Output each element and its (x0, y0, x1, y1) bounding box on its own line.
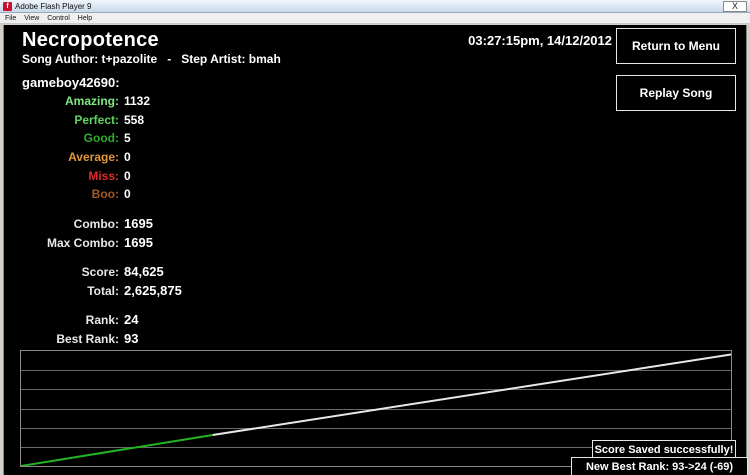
stat-label: Best Rank: (56, 332, 119, 346)
stat-perfect: Perfect: 558 (4, 112, 304, 128)
flash-icon: f (3, 2, 12, 11)
song-title: Necropotence (22, 29, 159, 51)
stat-value: 0 (124, 187, 131, 201)
game-stage: Necropotence Song Author: t+pazolite - S… (3, 25, 748, 475)
stat-label: Average: (68, 150, 119, 164)
stat-good: Good: 5 (4, 130, 304, 146)
stat-score: Score: 84,625 (4, 264, 304, 280)
timestamp: 03:27:15pm, 14/12/2012 (468, 33, 612, 48)
stat-value: 24 (124, 312, 139, 327)
stat-value: 1695 (124, 216, 153, 231)
stat-value: 1132 (124, 94, 151, 108)
stat-label: Rank: (85, 313, 119, 327)
menu-help[interactable]: Help (75, 13, 95, 24)
stat-label: Good: (83, 131, 119, 145)
stat-label: Amazing: (65, 94, 119, 108)
stat-label: Combo: (73, 217, 119, 231)
stat-value: 2,625,875 (124, 283, 182, 298)
stat-combo: Combo: 1695 (4, 216, 304, 232)
stat-total: Total: 2,625,875 (4, 283, 304, 299)
menubar: File View Control Help (0, 13, 750, 24)
stat-label: Perfect: (74, 113, 119, 127)
menu-file[interactable]: File (0, 13, 19, 24)
stat-best-rank: Best Rank: 93 (4, 331, 304, 347)
stat-value: 0 (124, 150, 131, 164)
player-name: gameboy42690: (22, 75, 120, 90)
stat-value: 5 (124, 131, 131, 145)
menu-control[interactable]: Control (44, 13, 73, 24)
graph-series-1 (212, 353, 731, 436)
stat-rank: Rank: 24 (4, 312, 304, 328)
stat-label: Score: (81, 265, 119, 279)
close-button[interactable]: X (723, 1, 747, 12)
stat-label: Total: (87, 284, 119, 298)
stat-value: 558 (124, 113, 145, 127)
window-titlebar: f Adobe Flash Player 9 X (0, 0, 750, 13)
stat-label: Boo: (91, 187, 119, 201)
replay-song-button[interactable]: Replay Song (616, 75, 736, 111)
song-info: Song Author: t+pazolite - Step Artist: b… (22, 52, 281, 66)
stat-boo: Boo: 0 (4, 186, 304, 202)
stat-value: 84,625 (124, 264, 164, 279)
stat-average: Average: 0 (4, 149, 304, 165)
stat-value: 1695 (124, 235, 153, 250)
stat-label: Miss: (88, 169, 119, 183)
stat-miss: Miss: 0 (4, 168, 304, 184)
stat-value: 93 (124, 331, 139, 346)
window-title: Adobe Flash Player 9 (15, 2, 92, 11)
graph-series-0 (21, 434, 213, 466)
stat-amazing: Amazing: 1132 (4, 93, 304, 109)
stat-value: 0 (124, 169, 131, 183)
stat-label: Max Combo: (47, 236, 119, 250)
menu-view[interactable]: View (21, 13, 42, 24)
return-to-menu-button[interactable]: Return to Menu (616, 28, 736, 64)
stat-max-combo: Max Combo: 1695 (4, 235, 304, 251)
new-best-rank-notice: New Best Rank: 93->24 (-69) (571, 457, 748, 475)
